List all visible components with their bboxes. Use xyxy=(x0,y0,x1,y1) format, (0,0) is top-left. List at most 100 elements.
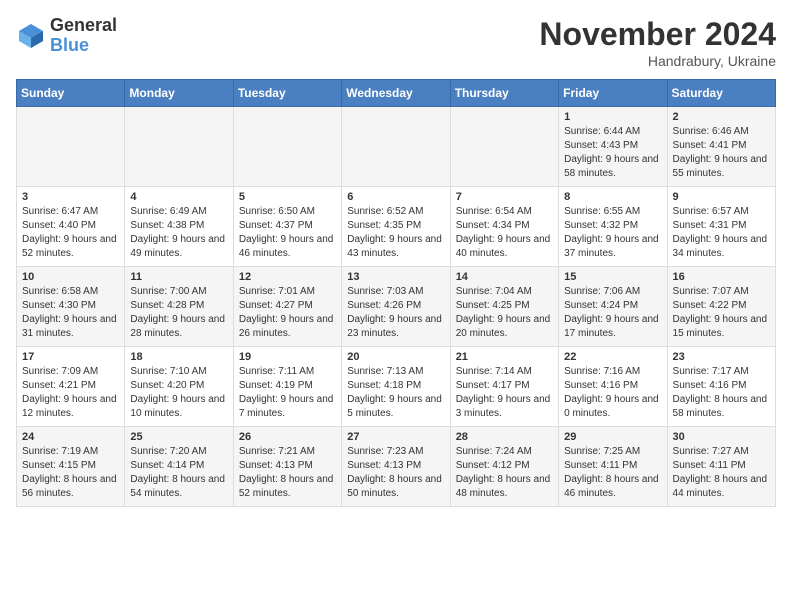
header-day-friday: Friday xyxy=(559,80,667,107)
page-header: General Blue November 2024 Handrabury, U… xyxy=(16,16,776,69)
day-number: 15 xyxy=(564,271,661,283)
day-number: 3 xyxy=(22,191,119,203)
day-number: 17 xyxy=(22,351,119,363)
day-cell: 28Sunrise: 7:24 AM Sunset: 4:12 PM Dayli… xyxy=(450,427,558,507)
day-cell: 4Sunrise: 6:49 AM Sunset: 4:38 PM Daylig… xyxy=(125,187,233,267)
day-cell: 27Sunrise: 7:23 AM Sunset: 4:13 PM Dayli… xyxy=(342,427,450,507)
day-cell: 7 Sunrise: 6:54 AM Sunset: 4:34 PM Daylig… xyxy=(450,187,558,267)
day-number: 24 xyxy=(22,431,119,443)
day-number: 25 xyxy=(130,431,227,443)
day-number: 9 xyxy=(673,191,770,203)
week-row-4: 17 Sunrise: 7:09 AM Sunset: 4:21 PM Dayli… xyxy=(17,347,776,427)
day-number: 14 xyxy=(456,271,553,283)
day-cell: 19 Sunrise: 7:11 AM Sunset: 4:19 PM Dayli… xyxy=(233,347,341,427)
day-cell: 20Sunrise: 7:13 AM Sunset: 4:18 PM Dayli… xyxy=(342,347,450,427)
day-info: Sunrise: 7:27 AM Sunset: 4:11 PM Dayligh… xyxy=(673,445,770,501)
day-info: Sunrise: 7:20 AM Sunset: 4:14 PM Dayligh… xyxy=(130,445,227,501)
day-cell: 10 Sunrise: 6:58 AM Sunset: 4:30 PM Dayli… xyxy=(17,267,125,347)
day-number: 27 xyxy=(347,431,444,443)
day-cell: 1 Sunrise: 6:44 AM Sunset: 4:43 PM Daylig… xyxy=(559,107,667,187)
day-cell: 17 Sunrise: 7:09 AM Sunset: 4:21 PM Dayli… xyxy=(17,347,125,427)
day-info: Sunrise: 6:54 AM Sunset: 4:34 PM Dayligh… xyxy=(456,205,553,261)
logo-blue: Blue xyxy=(50,36,117,56)
day-cell: 5 Sunrise: 6:50 AM Sunset: 4:37 PM Daylig… xyxy=(233,187,341,267)
day-cell: 6 Sunrise: 6:52 AM Sunset: 4:35 PM Daylig… xyxy=(342,187,450,267)
day-info: Sunrise: 7:07 AM Sunset: 4:22 PM Dayligh… xyxy=(673,285,770,341)
day-cell: 18 Sunrise: 7:10 AM Sunset: 4:20 PM Dayli… xyxy=(125,347,233,427)
week-row-1: 1 Sunrise: 6:44 AM Sunset: 4:43 PM Daylig… xyxy=(17,107,776,187)
header-day-saturday: Saturday xyxy=(667,80,775,107)
day-info: Sunrise: 6:55 AM Sunset: 4:32 PM Dayligh… xyxy=(564,205,661,261)
day-number: 23 xyxy=(673,351,770,363)
day-number: 19 xyxy=(239,351,336,363)
day-number: 29 xyxy=(564,431,661,443)
day-number: 1 xyxy=(564,111,661,123)
day-number: 18 xyxy=(130,351,227,363)
week-row-3: 10 Sunrise: 6:58 AM Sunset: 4:30 PM Dayli… xyxy=(17,267,776,347)
header-day-wednesday: Wednesday xyxy=(342,80,450,107)
day-cell: 3 Sunrise: 6:47 AM Sunset: 4:40 PM Daylig… xyxy=(17,187,125,267)
day-cell: 2Sunrise: 6:46 AM Sunset: 4:41 PM Daylig… xyxy=(667,107,775,187)
day-cell: 24 Sunrise: 7:19 AM Sunset: 4:15 PM Dayli… xyxy=(17,427,125,507)
day-cell: 15 Sunrise: 7:06 AM Sunset: 4:24 PM Dayli… xyxy=(559,267,667,347)
calendar-table: SundayMondayTuesdayWednesdayThursdayFrid… xyxy=(16,79,776,507)
day-cell: 23 Sunrise: 7:17 AM Sunset: 4:16 PM Dayli… xyxy=(667,347,775,427)
day-cell xyxy=(450,107,558,187)
day-cell: 8 Sunrise: 6:55 AM Sunset: 4:32 PM Daylig… xyxy=(559,187,667,267)
day-info: Sunrise: 6:58 AM Sunset: 4:30 PM Dayligh… xyxy=(22,285,119,341)
day-cell xyxy=(233,107,341,187)
day-number: 2 xyxy=(673,111,770,123)
day-number: 26 xyxy=(239,431,336,443)
day-info: Sunrise: 6:44 AM Sunset: 4:43 PM Dayligh… xyxy=(564,125,661,181)
day-cell: 21Sunrise: 7:14 AM Sunset: 4:17 PM Dayli… xyxy=(450,347,558,427)
header-day-monday: Monday xyxy=(125,80,233,107)
logo-icon xyxy=(16,21,46,51)
day-info: Sunrise: 7:16 AM Sunset: 4:16 PM Dayligh… xyxy=(564,365,661,421)
day-number: 4 xyxy=(130,191,227,203)
month-title: November 2024 xyxy=(539,16,776,53)
day-cell: 29 Sunrise: 7:25 AM Sunset: 4:11 PM Dayli… xyxy=(559,427,667,507)
logo-text: General Blue xyxy=(50,16,117,56)
day-info: Sunrise: 7:21 AM Sunset: 4:13 PM Dayligh… xyxy=(239,445,336,501)
day-number: 12 xyxy=(239,271,336,283)
day-info: Sunrise: 7:06 AM Sunset: 4:24 PM Dayligh… xyxy=(564,285,661,341)
day-info: Sunrise: 7:14 AM Sunset: 4:17 PM Dayligh… xyxy=(456,365,553,421)
day-info: Sunrise: 7:01 AM Sunset: 4:27 PM Dayligh… xyxy=(239,285,336,341)
calendar-body: 1 Sunrise: 6:44 AM Sunset: 4:43 PM Daylig… xyxy=(17,107,776,507)
day-cell: 22 Sunrise: 7:16 AM Sunset: 4:16 PM Dayli… xyxy=(559,347,667,427)
day-info: Sunrise: 7:04 AM Sunset: 4:25 PM Dayligh… xyxy=(456,285,553,341)
day-number: 28 xyxy=(456,431,553,443)
day-cell: 14 Sunrise: 7:04 AM Sunset: 4:25 PM Dayli… xyxy=(450,267,558,347)
day-number: 16 xyxy=(673,271,770,283)
day-info: Sunrise: 6:50 AM Sunset: 4:37 PM Dayligh… xyxy=(239,205,336,261)
day-number: 8 xyxy=(564,191,661,203)
day-number: 20 xyxy=(347,351,444,363)
day-info: Sunrise: 7:19 AM Sunset: 4:15 PM Dayligh… xyxy=(22,445,119,501)
location: Handrabury, Ukraine xyxy=(539,53,776,69)
day-number: 6 xyxy=(347,191,444,203)
day-number: 30 xyxy=(673,431,770,443)
title-block: November 2024 Handrabury, Ukraine xyxy=(539,16,776,69)
day-cell: 12 Sunrise: 7:01 AM Sunset: 4:27 PM Dayli… xyxy=(233,267,341,347)
logo: General Blue xyxy=(16,16,117,56)
logo-general: General xyxy=(50,16,117,36)
day-cell: 25 Sunrise: 7:20 AM Sunset: 4:14 PM Dayli… xyxy=(125,427,233,507)
day-info: Sunrise: 7:17 AM Sunset: 4:16 PM Dayligh… xyxy=(673,365,770,421)
day-number: 22 xyxy=(564,351,661,363)
day-number: 7 xyxy=(456,191,553,203)
day-cell xyxy=(342,107,450,187)
day-info: Sunrise: 7:09 AM Sunset: 4:21 PM Dayligh… xyxy=(22,365,119,421)
calendar-header: SundayMondayTuesdayWednesdayThursdayFrid… xyxy=(17,80,776,107)
day-info: Sunrise: 7:11 AM Sunset: 4:19 PM Dayligh… xyxy=(239,365,336,421)
day-info: Sunrise: 7:10 AM Sunset: 4:20 PM Dayligh… xyxy=(130,365,227,421)
day-number: 10 xyxy=(22,271,119,283)
day-info: Sunrise: 7:25 AM Sunset: 4:11 PM Dayligh… xyxy=(564,445,661,501)
day-info: Sunrise: 6:47 AM Sunset: 4:40 PM Dayligh… xyxy=(22,205,119,261)
day-number: 5 xyxy=(239,191,336,203)
header-row: SundayMondayTuesdayWednesdayThursdayFrid… xyxy=(17,80,776,107)
day-info: Sunrise: 6:52 AM Sunset: 4:35 PM Dayligh… xyxy=(347,205,444,261)
day-info: Sunrise: 7:00 AM Sunset: 4:28 PM Dayligh… xyxy=(130,285,227,341)
day-cell xyxy=(125,107,233,187)
header-day-tuesday: Tuesday xyxy=(233,80,341,107)
week-row-2: 3 Sunrise: 6:47 AM Sunset: 4:40 PM Daylig… xyxy=(17,187,776,267)
